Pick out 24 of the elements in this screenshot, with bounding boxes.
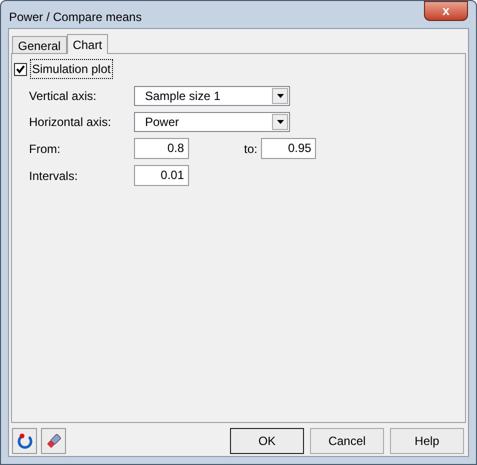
field-label: Intervals: xyxy=(29,168,79,184)
eraser-button[interactable] xyxy=(41,428,66,454)
field-label: Vertical axis: xyxy=(29,88,98,105)
dropdown[interactable]: Power xyxy=(134,112,290,132)
field-label: to: xyxy=(244,140,258,158)
checkbox-label: Simulation plot xyxy=(30,59,113,79)
input-field[interactable]: 0.01 xyxy=(134,165,189,186)
tab[interactable]: General xyxy=(12,36,67,53)
field-label: From: xyxy=(29,140,62,158)
dialog-button[interactable]: Help xyxy=(390,428,464,454)
dropdown[interactable]: Sample size 1 xyxy=(134,86,290,106)
caret-icon xyxy=(276,120,284,124)
input-field[interactable]: 0.95 xyxy=(261,138,316,159)
input-field[interactable]: 0.8 xyxy=(134,138,189,159)
reset-button[interactable] xyxy=(12,428,37,454)
dialog-button[interactable]: OK xyxy=(230,428,304,454)
caret-icon xyxy=(276,94,284,98)
refresh-icon xyxy=(16,432,34,450)
checkbox[interactable] xyxy=(14,62,27,76)
eraser-icon xyxy=(44,432,62,450)
dialog-button[interactable]: Cancel xyxy=(310,428,384,454)
window-title: Power / Compare means xyxy=(9,9,142,26)
tab[interactable]: Chart xyxy=(66,34,108,54)
field-label: Horizontal axis: xyxy=(29,114,112,131)
